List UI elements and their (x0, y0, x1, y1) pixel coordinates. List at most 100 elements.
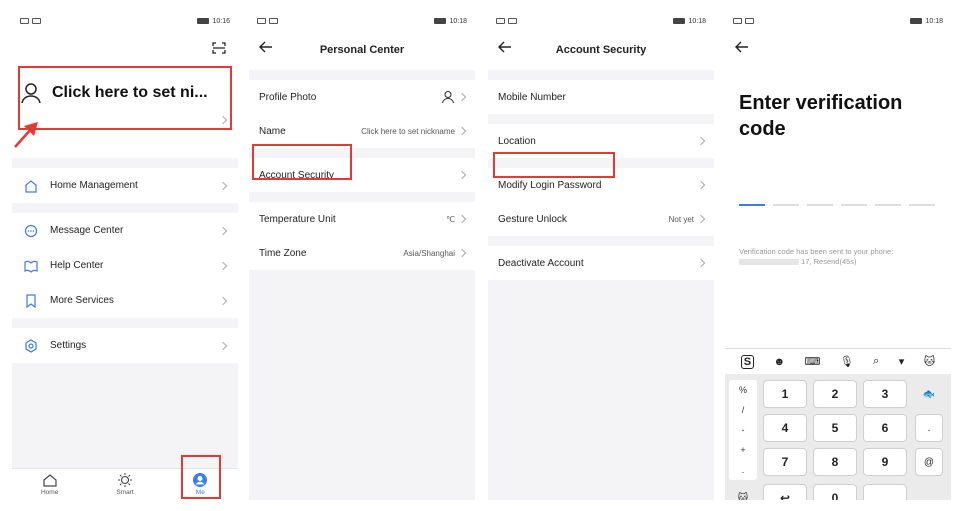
menu-label: Message Center (50, 225, 124, 236)
menu-label: Help Center (50, 260, 104, 271)
key-8[interactable]: 8 (813, 448, 857, 476)
symbol-column[interactable]: % / - + . (729, 380, 757, 480)
chevron-right-icon (218, 181, 228, 190)
wifi-icon (269, 18, 278, 24)
symbol-key[interactable]: - (742, 425, 745, 435)
numeric-keyboard: % / - + . 1 2 3 🐟 4 5 6 . 7 8 9 @ 🐱 ↩ 0 … (725, 374, 951, 500)
row-profile-photo[interactable]: Profile Photo (249, 80, 475, 114)
code-slot (875, 204, 901, 206)
key-2[interactable]: 2 (813, 380, 857, 408)
code-slot (909, 204, 935, 206)
row-mobile-number[interactable]: Mobile Number (488, 80, 714, 114)
tab-home[interactable]: Home (12, 469, 87, 500)
status-bar: 10:18 (725, 12, 951, 30)
verification-note: Verification code has been sent to your … (739, 247, 939, 267)
book-icon (24, 260, 38, 273)
key-0[interactable]: 0 (813, 484, 857, 500)
key-9[interactable]: 9 (863, 448, 907, 476)
key-6[interactable]: 6 (863, 414, 907, 442)
page-title: Personal Center (319, 44, 405, 56)
tab-smart[interactable]: Smart (87, 469, 162, 500)
menu-message-center[interactable]: Message Center (12, 213, 238, 248)
note-line: 17, Resend(45s) (739, 257, 939, 267)
highlight-modify-password (493, 152, 615, 178)
back-arrow-icon[interactable] (735, 40, 749, 54)
row-deactivate-account[interactable]: Deactivate Account (488, 246, 714, 280)
row-label: Temperature Unit (259, 213, 336, 225)
row-label: Mobile Number (498, 91, 566, 103)
page-title: Account Security (555, 44, 647, 56)
row-name[interactable]: Name Click here to set nickname (249, 114, 475, 148)
menu-more-services[interactable]: More Services (12, 283, 238, 318)
key-3[interactable]: 3 (863, 380, 907, 408)
menu-settings[interactable]: Settings (12, 328, 238, 363)
search-icon[interactable]: ⌕ (873, 355, 879, 368)
code-input[interactable] (739, 204, 935, 206)
code-slot (773, 204, 799, 206)
verification-title: Enter verification code (739, 90, 939, 142)
status-bar: 10:18 (488, 12, 714, 30)
key-5[interactable]: 5 (813, 414, 857, 442)
settings-icon (25, 338, 37, 353)
battery-icon (434, 18, 447, 24)
row-label: Time Zone (259, 247, 307, 259)
menu-help-center[interactable]: Help Center (12, 248, 238, 283)
sim-icon (733, 18, 742, 24)
menu-label: Home Management (50, 180, 138, 191)
key-4[interactable]: 4 (763, 414, 807, 442)
back-arrow-icon[interactable] (259, 40, 273, 54)
code-slot (807, 204, 833, 206)
chevron-right-icon (218, 296, 228, 305)
mascot-icon: 🐱 (923, 356, 936, 368)
space-key[interactable]: ⎵ (863, 484, 907, 500)
chevron-right-icon (457, 248, 467, 258)
status-time: 10:16 (212, 17, 230, 25)
resend-link[interactable]: 17, Resend(45s) (801, 257, 856, 266)
highlight-nickname (18, 66, 232, 130)
collapse-keyboard-icon[interactable]: ▾ (899, 355, 905, 368)
symbol-key[interactable]: / (742, 405, 745, 415)
row-label: Name (259, 125, 286, 137)
menu-label: Settings (50, 340, 87, 351)
sim-icon (257, 18, 266, 24)
row-gesture-unlock[interactable]: Gesture Unlock Not yet (488, 202, 714, 236)
battery-icon (910, 18, 923, 24)
sun-icon (117, 473, 132, 487)
microphone-icon[interactable]: 🎙 (840, 355, 854, 368)
code-slot (739, 204, 765, 206)
chevron-right-icon (218, 261, 228, 270)
ime-logo-icon[interactable]: S (740, 354, 755, 369)
status-bar: 10:18 (249, 12, 475, 30)
key-7[interactable]: 7 (763, 448, 807, 476)
wifi-icon (32, 18, 41, 24)
back-arrow-icon[interactable] (498, 40, 512, 54)
status-time: 10:18 (925, 17, 943, 25)
menu-label: More Services (50, 295, 114, 306)
row-label: Profile Photo (259, 91, 317, 103)
tab-label: Smart (116, 489, 134, 496)
emoji-icon[interactable]: ☻ (773, 356, 785, 368)
row-temperature-unit[interactable]: Temperature Unit ℃ (249, 202, 475, 236)
key-period[interactable]: . (915, 414, 943, 442)
wifi-icon (745, 18, 754, 24)
return-key[interactable]: ↩ (763, 484, 807, 500)
key-1[interactable]: 1 (763, 380, 807, 408)
title-line: Enter verification (739, 92, 903, 114)
status-time: 10:18 (449, 17, 467, 25)
chevron-right-icon (218, 341, 228, 350)
chevron-right-icon (696, 180, 706, 190)
keyboard-icon[interactable]: ⌨ (804, 355, 820, 368)
chevron-right-icon (457, 214, 467, 224)
battery-icon (673, 18, 686, 24)
key-at[interactable]: @ (915, 448, 943, 476)
row-time-zone[interactable]: Time Zone Asia/Shanghai (249, 236, 475, 270)
chevron-right-icon (457, 92, 467, 102)
chevron-right-icon (696, 136, 706, 146)
key-dot: 🐟 (922, 388, 936, 400)
symbol-key[interactable]: . (742, 465, 745, 475)
row-label: Gesture Unlock (498, 213, 567, 225)
menu-home-management[interactable]: Home Management (12, 168, 238, 203)
symbol-key[interactable]: % (739, 385, 747, 395)
symbol-key[interactable]: + (740, 445, 745, 455)
scan-icon[interactable] (212, 42, 226, 54)
